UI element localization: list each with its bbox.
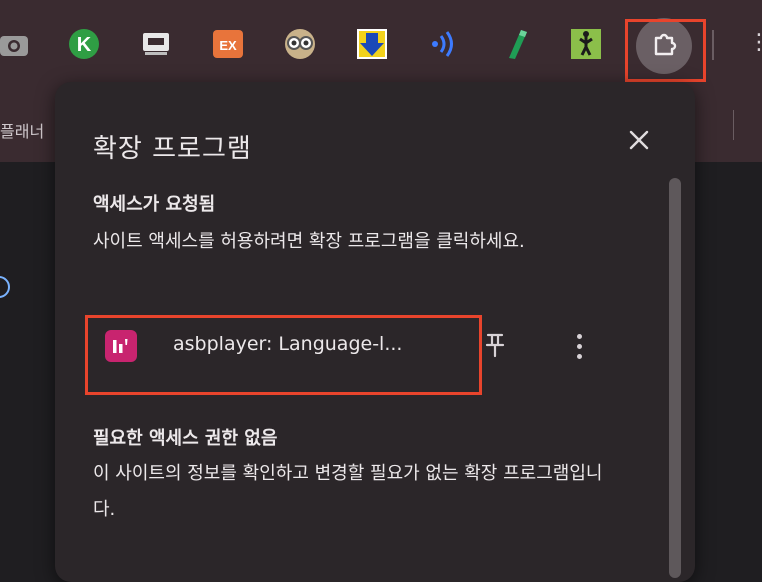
pin-icon[interactable]: [485, 332, 505, 362]
popup-scrollbar[interactable]: [667, 174, 683, 582]
browser-toolbar: K EX ⋮: [0, 0, 762, 92]
download-arrow-extension-icon[interactable]: [354, 26, 390, 62]
more-options-icon[interactable]: [567, 328, 591, 364]
svg-text:K: K: [77, 34, 92, 56]
bookmark-divider: [733, 110, 734, 140]
no-access-heading: 필요한 액세스 권한 없음: [93, 428, 278, 449]
close-icon: [628, 129, 650, 155]
owl-extension-icon[interactable]: [282, 26, 318, 62]
ex-extension-icon[interactable]: EX: [210, 26, 246, 62]
extensions-popup: 확장 프로그램 액세스가 요청됨 사이트 액세스를 허용하려면 확장 프로그램을…: [55, 82, 695, 582]
access-requested-description: 사이트 액세스를 허용하려면 확장 프로그램을 클릭하세요.: [93, 231, 525, 252]
browser-menu-icon[interactable]: ⋮: [748, 30, 762, 55]
toolbar-divider: [712, 30, 714, 60]
extensions-button[interactable]: [636, 18, 692, 74]
no-access-description: 이 사이트의 정보를 확인하고 변경할 필요가 없는 확장 프로그램입니다.: [93, 463, 603, 520]
close-button[interactable]: [623, 126, 655, 158]
popup-title: 확장 프로그램: [93, 134, 252, 164]
screen-extension-icon[interactable]: [138, 26, 174, 62]
figure-extension-icon[interactable]: [568, 26, 604, 62]
svg-text:EX: EX: [219, 38, 237, 53]
extension-item-asbplayer[interactable]: asbplayer: Language-l...: [93, 318, 613, 374]
asbplayer-logo-icon: [105, 330, 137, 362]
k-extension-icon[interactable]: K: [66, 26, 102, 62]
puzzle-icon: [650, 30, 678, 62]
green-pen-extension-icon[interactable]: [498, 26, 534, 62]
camera-extension-icon[interactable]: [0, 26, 32, 62]
bookmark-item[interactable]: 플래너: [0, 118, 44, 142]
extension-name[interactable]: asbplayer: Language-l...: [173, 333, 402, 355]
sound-waves-extension-icon[interactable]: [426, 26, 462, 62]
access-requested-heading: 액세스가 요청됨: [93, 194, 216, 215]
scrollbar-thumb[interactable]: [669, 178, 681, 578]
